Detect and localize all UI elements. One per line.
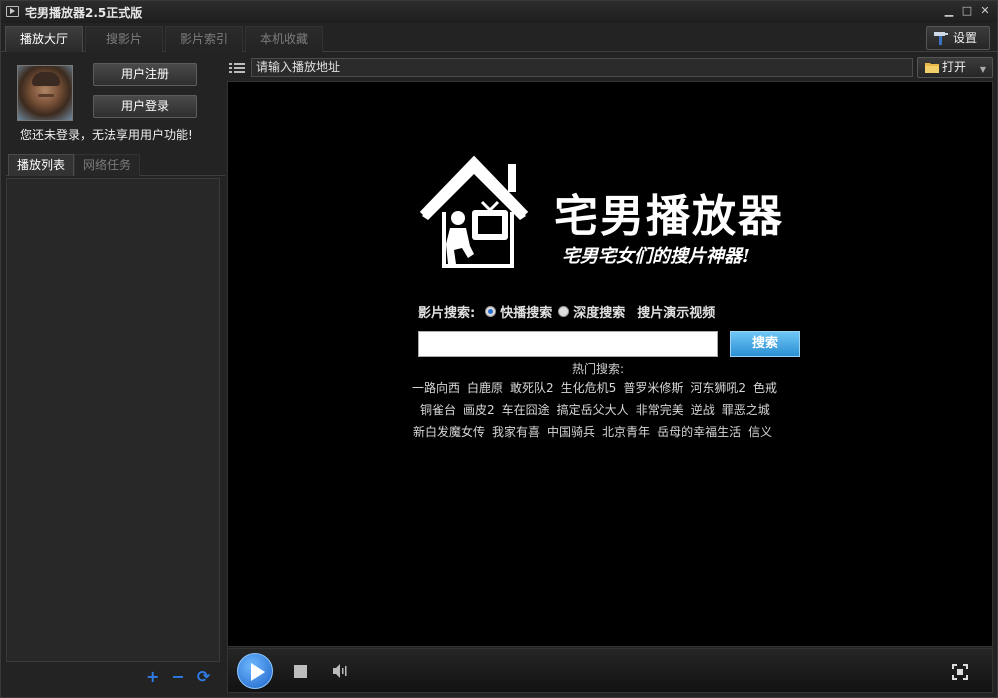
hot-search-row: 一路向西 白鹿原 敢死队2 生化危机5 普罗米修斯 河东狮吼2 色戒 (412, 377, 812, 399)
close-button[interactable]: ✕ (979, 4, 991, 18)
video-area[interactable]: 宅男播放器 宅男宅女们的搜片神器! 影片搜索: 快播搜索 深度搜索 搜片演示视频… (227, 81, 993, 647)
hot-search-item[interactable]: 白鹿原 (467, 377, 503, 399)
hot-search-row: 新白发魔女传 我家有喜 中国骑兵 北京青年 岳母的幸福生活 信义 (412, 421, 812, 443)
hot-search-item[interactable]: 我家有喜 (492, 421, 540, 443)
hot-search-item[interactable]: 信义 (748, 421, 772, 443)
avatar[interactable] (17, 65, 73, 121)
house-tv-logo (419, 155, 529, 268)
title-bar[interactable]: 宅男播放器2.5正式版 ▁ □ ✕ (1, 1, 997, 23)
playlist-area[interactable] (6, 178, 220, 662)
hot-search-list: 一路向西 白鹿原 敢死队2 生化危机5 普罗米修斯 河东狮吼2 色戒 铜雀台 画… (412, 377, 812, 443)
register-button[interactable]: 用户注册 (93, 63, 197, 86)
hot-search-item[interactable]: 中国骑兵 (547, 421, 595, 443)
list-icon[interactable] (229, 62, 245, 75)
playlist-tools: + − ⟳ (146, 667, 210, 686)
tab-network-tasks[interactable]: 网络任务 (74, 154, 140, 176)
hot-search-item[interactable]: 敢死队2 (510, 377, 554, 399)
logo-title: 宅男播放器 (554, 191, 784, 242)
tab-search-movies[interactable]: 搜影片 (85, 26, 163, 52)
hot-search-item[interactable]: 铜雀台 (420, 399, 456, 421)
open-label: 打开 (942, 60, 967, 74)
tab-playlist[interactable]: 播放列表 (8, 154, 74, 176)
minimize-button[interactable]: ▁ (943, 4, 955, 18)
main-tabbar: 播放大厅 搜影片 影片索引 本机收藏 设置 (1, 24, 997, 52)
app-window: 宅男播放器2.5正式版 ▁ □ ✕ 播放大厅 搜影片 影片索引 本机收藏 设置 … (0, 0, 998, 698)
deep-search-label[interactable]: 深度搜索 (573, 302, 625, 321)
dropdown-arrow-icon[interactable]: ▼ (980, 60, 986, 79)
fullscreen-icon[interactable] (952, 664, 968, 680)
open-button[interactable]: 打开 ▼ (917, 57, 993, 78)
play-button[interactable] (237, 653, 273, 689)
tab-play-hall[interactable]: 播放大厅 (5, 26, 83, 52)
logo-slogan: 宅男宅女们的搜片神器! (562, 246, 750, 267)
refresh-icon[interactable]: ⟳ (197, 667, 210, 686)
player-controls (227, 648, 993, 693)
radio-deep-search[interactable] (558, 306, 570, 317)
hot-search-item[interactable]: 一路向西 (412, 377, 460, 399)
search-label: 影片搜索: (418, 306, 476, 321)
window-controls: ▁ □ ✕ (943, 4, 991, 18)
demo-video-link[interactable]: 搜片演示视频 (637, 302, 715, 321)
tab-local-favorites[interactable]: 本机收藏 (245, 26, 323, 52)
search-button[interactable]: 搜索 (730, 331, 800, 357)
url-input[interactable]: 请输入播放地址 (251, 58, 913, 77)
app-icon (6, 6, 19, 17)
settings-button[interactable]: 设置 (926, 26, 990, 50)
hot-search-item[interactable]: 北京青年 (602, 421, 650, 443)
hot-search-item[interactable]: 生化危机5 (561, 377, 617, 399)
hot-search-item[interactable]: 搞定岳父大人 (557, 399, 629, 421)
login-button[interactable]: 用户登录 (93, 95, 197, 118)
hot-search-item[interactable]: 色戒 (753, 377, 777, 399)
hot-search-item[interactable]: 河东狮吼2 (690, 377, 746, 399)
fast-search-label[interactable]: 快播搜索 (500, 302, 552, 321)
hot-search-row: 铜雀台 画皮2 车在囧途 搞定岳父大人 非常完美 逆战 罪恶之城 (412, 399, 812, 421)
hot-search-item[interactable]: 新白发魔女传 (413, 421, 485, 443)
maximize-button[interactable]: □ (961, 4, 973, 18)
search-options: 影片搜索: 快播搜索 深度搜索 搜片演示视频 (418, 302, 715, 321)
hot-search-item[interactable]: 普罗米修斯 (623, 377, 683, 399)
hot-search-item[interactable]: 车在囧途 (502, 399, 550, 421)
hot-search-item[interactable]: 罪恶之城 (722, 399, 770, 421)
search-input[interactable] (418, 331, 718, 357)
url-bar: 请输入播放地址 打开 ▼ (227, 57, 993, 79)
tab-movie-index[interactable]: 影片索引 (165, 26, 243, 52)
radio-fast-search[interactable] (485, 306, 497, 317)
login-warning-text: 您还未登录，无法享用用户功能! (20, 128, 193, 142)
hot-search-item[interactable]: 逆战 (691, 399, 715, 421)
hot-search-item[interactable]: 画皮2 (463, 399, 495, 421)
volume-icon[interactable] (332, 663, 350, 679)
add-icon[interactable]: + (146, 667, 159, 686)
folder-icon (925, 63, 939, 73)
left-panel: 用户注册 用户登录 您还未登录，无法享用用户功能! 播放列表 网络任务 + − … (6, 57, 225, 691)
hammer-icon (934, 32, 948, 45)
left-subtabs: 播放列表 网络任务 (6, 154, 225, 176)
hot-search-item[interactable]: 非常完美 (636, 399, 684, 421)
stop-button[interactable] (294, 665, 307, 678)
window-title: 宅男播放器2.5正式版 (25, 6, 143, 20)
hot-search-label: 热门搜索: (571, 362, 625, 376)
remove-icon[interactable]: − (171, 667, 184, 686)
settings-label: 设置 (953, 31, 978, 45)
hot-search-item[interactable]: 岳母的幸福生活 (657, 421, 741, 443)
